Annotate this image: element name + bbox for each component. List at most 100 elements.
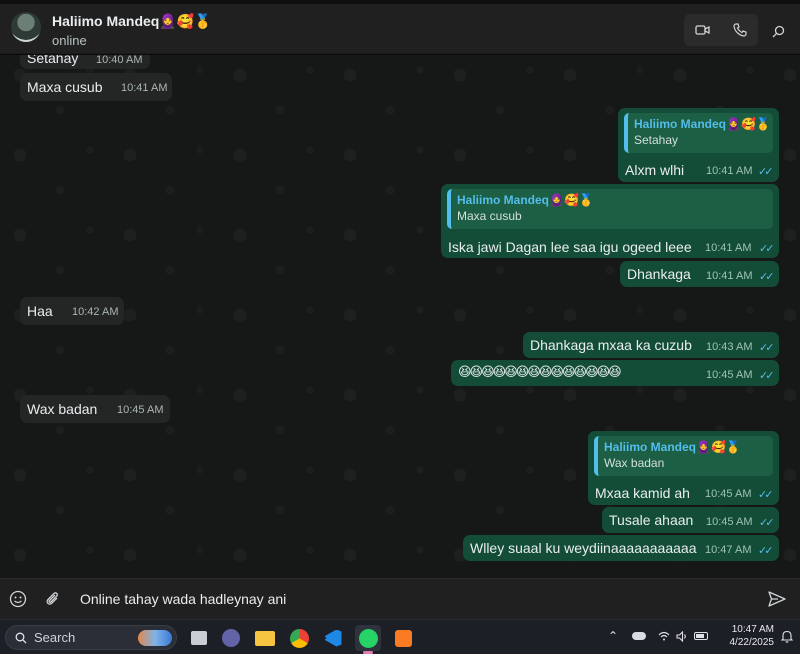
message-outgoing[interactable]: Dhankaga mxaa ka cuzub 10:43 AM ✓✓ (523, 332, 779, 358)
notification-bell-icon[interactable] (781, 630, 793, 643)
message-time: 10:45 AM (706, 369, 753, 381)
contact-avatar[interactable] (11, 12, 41, 42)
voice-call-button[interactable] (725, 15, 755, 45)
task-view-button[interactable] (186, 625, 212, 651)
emoji-button[interactable] (6, 587, 30, 611)
taskbar-app-vscode[interactable] (320, 625, 346, 651)
call-buttons (684, 14, 758, 46)
search-highlight-icon (138, 630, 172, 646)
taskbar-app-teams[interactable] (218, 625, 244, 651)
read-receipt-icon: ✓✓ (759, 517, 775, 529)
system-clock[interactable]: 10:47 AM 4/22/2025 (714, 623, 775, 649)
message-incoming[interactable]: Maxa cusub 10:41 AM (20, 73, 172, 101)
quoted-text: Setahay (634, 133, 679, 147)
message-outgoing-reply[interactable]: Haliimo Mandeq🧕🥰🥇 Maxa cusub Iska jawi D… (441, 184, 779, 258)
read-receipt-icon: ✓✓ (759, 342, 775, 354)
read-receipt-icon: ✓✓ (759, 271, 775, 283)
read-receipt-icon: ✓✓ (758, 166, 774, 178)
read-receipt-icon: ✓✓ (759, 243, 775, 255)
message-outgoing-reply[interactable]: Haliimo Mandeq🧕🥰🥇 Setahay Alxm wlhi 10:4… (618, 108, 779, 182)
message-incoming[interactable]: Wax badan 10:45 AM (20, 395, 170, 423)
taskbar-app-file-explorer[interactable] (252, 625, 278, 651)
message-outgoing[interactable]: 😆😆😆😆😆😆😆😆😆😆😆😆😆😆 10:45 AM ✓✓ (451, 360, 779, 386)
volume-icon[interactable] (676, 631, 688, 642)
send-button[interactable] (765, 587, 789, 611)
message-input[interactable] (70, 585, 730, 613)
message-text: Haa (27, 303, 53, 319)
contact-status: online (52, 33, 87, 48)
read-receipt-icon: ✓✓ (758, 545, 774, 557)
quoted-message[interactable]: Haliimo Mandeq🧕🥰🥇 Maxa cusub (447, 189, 773, 229)
message-text: Alxm wlhi (625, 162, 685, 178)
quoted-text: Wax badan (604, 456, 665, 470)
quoted-author: Haliimo Mandeq🧕🥰🥇 (457, 193, 594, 207)
message-list[interactable]: Setahay 10:40 AM Maxa cusub 10:41 AM Hal… (0, 55, 800, 578)
video-camera-icon (694, 25, 710, 35)
xampp-icon (394, 629, 412, 647)
message-time: 10:41 AM (706, 270, 753, 282)
message-time: 10:40 AM (96, 55, 143, 66)
taskbar-search-label: Search (34, 630, 76, 645)
message-time: 10:45 AM (705, 488, 752, 500)
paperclip-icon (46, 592, 58, 605)
clock-date: 4/22/2025 (729, 637, 775, 648)
search-icon (772, 25, 784, 37)
send-icon (768, 591, 786, 607)
message-time: 10:42 AM (72, 306, 119, 318)
quoted-text: Maxa cusub (457, 209, 522, 223)
message-time: 10:45 AM (117, 404, 164, 416)
battery-icon[interactable] (694, 632, 708, 640)
phone-icon (732, 23, 747, 37)
message-composer (0, 578, 800, 619)
message-text: 😆😆😆😆😆😆😆😆😆😆😆😆😆😆 (458, 364, 622, 379)
message-time: 10:41 AM (121, 82, 168, 94)
chat-app-icon (222, 629, 240, 647)
message-incoming[interactable]: Setahay 10:40 AM (20, 55, 150, 69)
chat-search-button[interactable] (765, 18, 791, 44)
search-icon (15, 632, 27, 644)
video-call-button[interactable] (688, 15, 718, 45)
message-time: 10:45 AM (706, 516, 753, 528)
quoted-message[interactable]: Haliimo Mandeq🧕🥰🥇 Wax badan (594, 436, 773, 476)
quoted-message[interactable]: Haliimo Mandeq🧕🥰🥇 Setahay (624, 113, 773, 153)
quoted-author: Haliimo Mandeq🧕🥰🥇 (634, 117, 771, 131)
contact-name[interactable]: Haliimo Mandeq🧕🥰🥇 (52, 13, 212, 30)
message-text: Mxaa kamid ah (595, 485, 690, 501)
message-time: 10:41 AM (705, 242, 752, 254)
message-time: 10:43 AM (706, 341, 753, 353)
message-text: Maxa cusub (27, 79, 103, 95)
read-receipt-icon: ✓✓ (759, 370, 775, 382)
taskbar-app-chrome[interactable] (286, 625, 312, 651)
message-time: 10:47 AM (705, 544, 752, 556)
read-receipt-icon: ✓✓ (758, 489, 774, 501)
message-text: Wax badan (27, 401, 98, 417)
attach-button[interactable] (40, 587, 64, 611)
tray-overflow-chevron-icon[interactable]: ⌃ (608, 629, 618, 643)
wifi-icon[interactable] (658, 631, 670, 641)
message-text: Iska jawi Dagan lee saa igu ogeed leee (448, 239, 692, 255)
task-view-icon (191, 631, 207, 645)
onedrive-cloud-icon[interactable] (632, 632, 646, 640)
folder-icon (255, 630, 275, 646)
message-time: 10:41 AM (706, 165, 753, 177)
message-text: Setahay (27, 55, 79, 66)
emoji-icon (9, 590, 27, 608)
message-outgoing-reply[interactable]: Haliimo Mandeq🧕🥰🥇 Wax badan Mxaa kamid a… (588, 431, 779, 505)
message-text: Dhankaga (627, 266, 691, 282)
taskbar-search[interactable]: Search (5, 625, 177, 650)
vscode-icon (324, 629, 342, 647)
chat-header: Haliimo Mandeq🧕🥰🥇 online (0, 4, 800, 54)
whatsapp-icon (358, 628, 378, 648)
message-outgoing[interactable]: Dhankaga 10:41 AM ✓✓ (620, 261, 779, 287)
windows-taskbar: Search ⌃ 10:47 AM 4/22/2025 (0, 619, 800, 654)
quoted-author: Haliimo Mandeq🧕🥰🥇 (604, 440, 741, 454)
taskbar-app-xampp[interactable] (390, 625, 416, 651)
message-text: Dhankaga mxaa ka cuzub (530, 337, 692, 353)
message-text: Tusale ahaan (609, 512, 694, 528)
message-incoming[interactable]: Haa 10:42 AM (20, 297, 124, 325)
message-outgoing[interactable]: Tusale ahaan 10:45 AM ✓✓ (602, 507, 779, 533)
taskbar-app-whatsapp[interactable] (355, 625, 381, 654)
clock-time: 10:47 AM (731, 624, 774, 635)
message-outgoing[interactable]: Wlley suaal ku weydiinaaaaaaaaaaa 10:47 … (463, 535, 779, 561)
message-text: Wlley suaal ku weydiinaaaaaaaaaaa (470, 540, 697, 556)
